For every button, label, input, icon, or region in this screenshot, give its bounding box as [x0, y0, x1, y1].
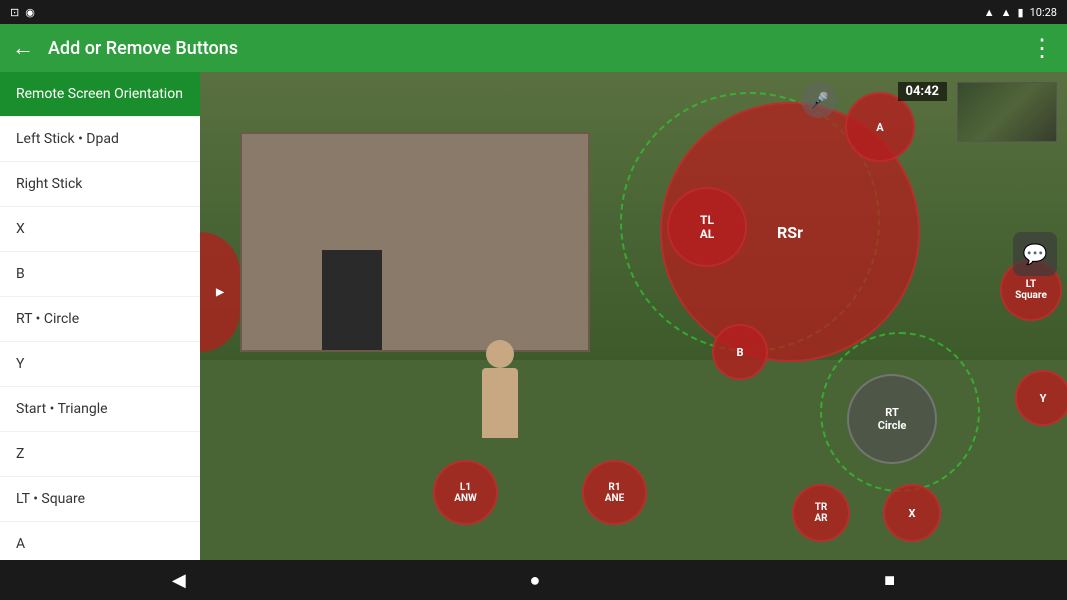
- sidebar-item-z[interactable]: Z: [0, 432, 200, 477]
- building-door: [322, 250, 382, 350]
- status-bar: ⊡ ◉ ▲ ▲ ▮ 10:28: [0, 0, 1067, 24]
- sidebar: Remote Screen OrientationLeft Stick • Dp…: [0, 72, 200, 560]
- sidebar-item-y[interactable]: Y: [0, 342, 200, 387]
- tl-al-button[interactable]: TL AL: [667, 187, 747, 267]
- sidebar-item-lt-square[interactable]: LT • Square: [0, 477, 200, 522]
- time-display: 10:28: [1030, 6, 1057, 19]
- sidebar-item-right-stick[interactable]: Right Stick: [0, 162, 200, 207]
- y-button[interactable]: Y: [1015, 370, 1067, 426]
- sidebar-item-x[interactable]: X: [0, 207, 200, 252]
- sidebar-item-left-stick[interactable]: Left Stick • Dpad: [0, 117, 200, 162]
- status-bar-left: ⊡ ◉: [10, 6, 35, 19]
- nav-back-button[interactable]: ◀: [152, 562, 206, 599]
- main-layout: Remote Screen OrientationLeft Stick • Dp…: [0, 72, 1067, 560]
- battery-icon: ▮: [1018, 6, 1024, 19]
- mic-button[interactable]: 🎤: [801, 82, 837, 118]
- character-head: [486, 340, 514, 368]
- minimap: [957, 82, 1057, 142]
- sidebar-item-start-triangle[interactable]: Start • Triangle: [0, 387, 200, 432]
- back-button[interactable]: ←: [12, 35, 34, 61]
- more-options-button[interactable]: ⋮: [1030, 34, 1055, 62]
- status-bar-right: ▲ ▲ ▮ 10:28: [984, 6, 1057, 19]
- l1-anw-button[interactable]: L1 ANW: [433, 460, 498, 525]
- r1-ane-button[interactable]: R1 ANE: [582, 460, 647, 525]
- circle-icon: ◉: [25, 6, 35, 19]
- scene-ground: [200, 360, 1067, 560]
- toolbar: ← Add or Remove Buttons ⋮: [0, 24, 1067, 72]
- signal-icon: ▲: [1001, 6, 1012, 19]
- timer-display: 04:42: [898, 82, 948, 101]
- a-button[interactable]: A: [845, 92, 915, 162]
- sidebar-item-remote-screen[interactable]: Remote Screen Orientation: [0, 72, 200, 117]
- character-body: [482, 368, 518, 438]
- rt-circle-button[interactable]: RT Circle: [847, 374, 937, 464]
- chat-button[interactable]: 💬: [1013, 232, 1057, 276]
- nav-recent-button[interactable]: ■: [864, 562, 915, 599]
- notification-icon: ⊡: [10, 6, 19, 19]
- sidebar-item-b[interactable]: B: [0, 252, 200, 297]
- sidebar-item-a[interactable]: A: [0, 522, 200, 560]
- toolbar-title: Add or Remove Buttons: [48, 38, 1016, 59]
- scene-character: [470, 340, 530, 460]
- x-button[interactable]: X: [883, 484, 941, 542]
- tr-ar-button[interactable]: TR AR: [792, 484, 850, 542]
- game-area: RSr A TL AL B RT Circle LT Square Y L1 A…: [200, 72, 1067, 560]
- sidebar-item-rt-circle[interactable]: RT • Circle: [0, 297, 200, 342]
- nav-home-button[interactable]: ●: [510, 562, 561, 599]
- b-button[interactable]: B: [712, 324, 768, 380]
- scene-building: [240, 132, 590, 352]
- nav-bar: ◀ ● ■: [0, 560, 1067, 600]
- wifi-icon: ▲: [984, 6, 995, 19]
